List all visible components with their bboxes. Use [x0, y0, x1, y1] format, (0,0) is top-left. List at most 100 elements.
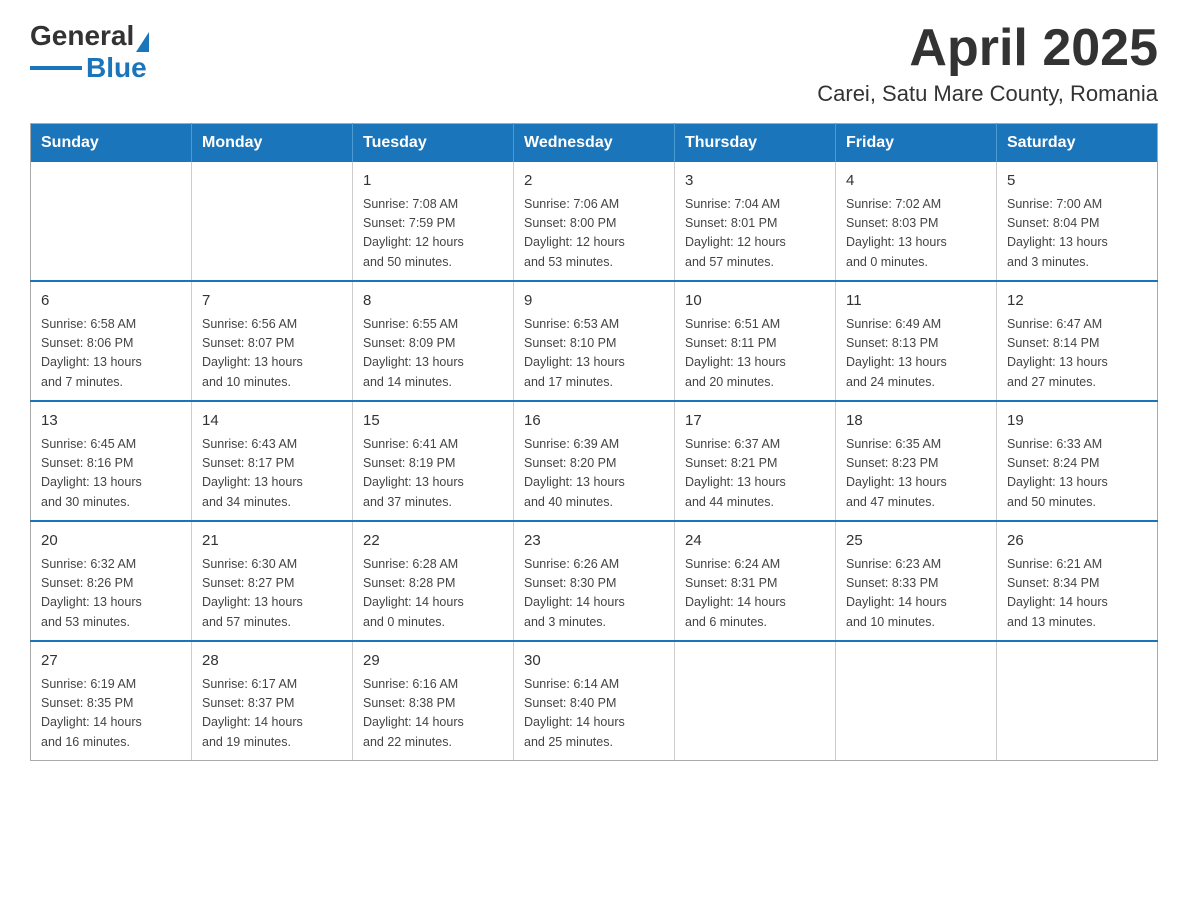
calendar-cell: 25Sunrise: 6:23 AM Sunset: 8:33 PM Dayli…	[836, 521, 997, 641]
calendar-cell	[836, 641, 997, 761]
day-info: Sunrise: 6:53 AM Sunset: 8:10 PM Dayligh…	[524, 315, 664, 393]
day-number: 25	[846, 530, 986, 553]
calendar-header: SundayMondayTuesdayWednesdayThursdayFrid…	[31, 124, 1158, 163]
calendar-cell: 10Sunrise: 6:51 AM Sunset: 8:11 PM Dayli…	[675, 281, 836, 401]
calendar-cell: 14Sunrise: 6:43 AM Sunset: 8:17 PM Dayli…	[192, 401, 353, 521]
weekday-row: SundayMondayTuesdayWednesdayThursdayFrid…	[31, 124, 1158, 163]
calendar-cell: 4Sunrise: 7:02 AM Sunset: 8:03 PM Daylig…	[836, 162, 997, 281]
calendar-cell: 22Sunrise: 6:28 AM Sunset: 8:28 PM Dayli…	[353, 521, 514, 641]
calendar-cell	[997, 641, 1158, 761]
weekday-header-monday: Monday	[192, 124, 353, 163]
day-info: Sunrise: 6:23 AM Sunset: 8:33 PM Dayligh…	[846, 555, 986, 633]
day-number: 12	[1007, 290, 1147, 313]
weekday-header-sunday: Sunday	[31, 124, 192, 163]
calendar-cell: 3Sunrise: 7:04 AM Sunset: 8:01 PM Daylig…	[675, 162, 836, 281]
day-info: Sunrise: 6:39 AM Sunset: 8:20 PM Dayligh…	[524, 435, 664, 513]
calendar-table: SundayMondayTuesdayWednesdayThursdayFrid…	[30, 123, 1158, 761]
calendar-week-1: 6Sunrise: 6:58 AM Sunset: 8:06 PM Daylig…	[31, 281, 1158, 401]
day-number: 19	[1007, 410, 1147, 433]
day-number: 22	[363, 530, 503, 553]
day-number: 8	[363, 290, 503, 313]
calendar-cell: 6Sunrise: 6:58 AM Sunset: 8:06 PM Daylig…	[31, 281, 192, 401]
calendar-week-4: 27Sunrise: 6:19 AM Sunset: 8:35 PM Dayli…	[31, 641, 1158, 761]
day-number: 10	[685, 290, 825, 313]
day-number: 21	[202, 530, 342, 553]
calendar-cell: 15Sunrise: 6:41 AM Sunset: 8:19 PM Dayli…	[353, 401, 514, 521]
day-info: Sunrise: 6:37 AM Sunset: 8:21 PM Dayligh…	[685, 435, 825, 513]
day-number: 3	[685, 170, 825, 193]
day-number: 7	[202, 290, 342, 313]
day-number: 2	[524, 170, 664, 193]
day-info: Sunrise: 6:16 AM Sunset: 8:38 PM Dayligh…	[363, 675, 503, 753]
day-number: 26	[1007, 530, 1147, 553]
calendar-cell: 17Sunrise: 6:37 AM Sunset: 8:21 PM Dayli…	[675, 401, 836, 521]
page-header: General Blue April 2025 Carei, Satu Mare…	[30, 20, 1158, 107]
weekday-header-thursday: Thursday	[675, 124, 836, 163]
day-number: 30	[524, 650, 664, 673]
calendar-cell: 21Sunrise: 6:30 AM Sunset: 8:27 PM Dayli…	[192, 521, 353, 641]
day-info: Sunrise: 7:04 AM Sunset: 8:01 PM Dayligh…	[685, 195, 825, 273]
calendar-body: 1Sunrise: 7:08 AM Sunset: 7:59 PM Daylig…	[31, 162, 1158, 761]
day-info: Sunrise: 6:49 AM Sunset: 8:13 PM Dayligh…	[846, 315, 986, 393]
calendar-cell	[675, 641, 836, 761]
day-number: 18	[846, 410, 986, 433]
calendar-cell: 19Sunrise: 6:33 AM Sunset: 8:24 PM Dayli…	[997, 401, 1158, 521]
day-info: Sunrise: 7:06 AM Sunset: 8:00 PM Dayligh…	[524, 195, 664, 273]
calendar-cell: 23Sunrise: 6:26 AM Sunset: 8:30 PM Dayli…	[514, 521, 675, 641]
day-number: 6	[41, 290, 181, 313]
calendar-cell: 5Sunrise: 7:00 AM Sunset: 8:04 PM Daylig…	[997, 162, 1158, 281]
day-info: Sunrise: 6:35 AM Sunset: 8:23 PM Dayligh…	[846, 435, 986, 513]
day-info: Sunrise: 6:43 AM Sunset: 8:17 PM Dayligh…	[202, 435, 342, 513]
calendar-cell: 27Sunrise: 6:19 AM Sunset: 8:35 PM Dayli…	[31, 641, 192, 761]
calendar-cell: 16Sunrise: 6:39 AM Sunset: 8:20 PM Dayli…	[514, 401, 675, 521]
day-info: Sunrise: 7:02 AM Sunset: 8:03 PM Dayligh…	[846, 195, 986, 273]
calendar-cell	[31, 162, 192, 281]
day-number: 11	[846, 290, 986, 313]
weekday-header-saturday: Saturday	[997, 124, 1158, 163]
day-number: 20	[41, 530, 181, 553]
calendar-cell: 20Sunrise: 6:32 AM Sunset: 8:26 PM Dayli…	[31, 521, 192, 641]
day-number: 4	[846, 170, 986, 193]
day-info: Sunrise: 6:55 AM Sunset: 8:09 PM Dayligh…	[363, 315, 503, 393]
calendar-cell: 24Sunrise: 6:24 AM Sunset: 8:31 PM Dayli…	[675, 521, 836, 641]
day-number: 23	[524, 530, 664, 553]
day-info: Sunrise: 6:14 AM Sunset: 8:40 PM Dayligh…	[524, 675, 664, 753]
calendar-cell: 18Sunrise: 6:35 AM Sunset: 8:23 PM Dayli…	[836, 401, 997, 521]
day-info: Sunrise: 6:30 AM Sunset: 8:27 PM Dayligh…	[202, 555, 342, 633]
weekday-header-friday: Friday	[836, 124, 997, 163]
day-info: Sunrise: 6:17 AM Sunset: 8:37 PM Dayligh…	[202, 675, 342, 753]
calendar-cell: 9Sunrise: 6:53 AM Sunset: 8:10 PM Daylig…	[514, 281, 675, 401]
calendar-week-0: 1Sunrise: 7:08 AM Sunset: 7:59 PM Daylig…	[31, 162, 1158, 281]
calendar-cell: 2Sunrise: 7:06 AM Sunset: 8:00 PM Daylig…	[514, 162, 675, 281]
day-info: Sunrise: 6:26 AM Sunset: 8:30 PM Dayligh…	[524, 555, 664, 633]
day-info: Sunrise: 6:33 AM Sunset: 8:24 PM Dayligh…	[1007, 435, 1147, 513]
calendar-cell: 8Sunrise: 6:55 AM Sunset: 8:09 PM Daylig…	[353, 281, 514, 401]
day-info: Sunrise: 6:28 AM Sunset: 8:28 PM Dayligh…	[363, 555, 503, 633]
page-subtitle: Carei, Satu Mare County, Romania	[817, 81, 1158, 107]
day-info: Sunrise: 6:32 AM Sunset: 8:26 PM Dayligh…	[41, 555, 181, 633]
day-info: Sunrise: 6:24 AM Sunset: 8:31 PM Dayligh…	[685, 555, 825, 633]
day-info: Sunrise: 6:58 AM Sunset: 8:06 PM Dayligh…	[41, 315, 181, 393]
day-info: Sunrise: 6:45 AM Sunset: 8:16 PM Dayligh…	[41, 435, 181, 513]
day-number: 27	[41, 650, 181, 673]
day-info: Sunrise: 6:51 AM Sunset: 8:11 PM Dayligh…	[685, 315, 825, 393]
page-title: April 2025	[817, 20, 1158, 77]
calendar-cell: 11Sunrise: 6:49 AM Sunset: 8:13 PM Dayli…	[836, 281, 997, 401]
day-number: 17	[685, 410, 825, 433]
day-number: 24	[685, 530, 825, 553]
calendar-cell: 1Sunrise: 7:08 AM Sunset: 7:59 PM Daylig…	[353, 162, 514, 281]
day-info: Sunrise: 7:00 AM Sunset: 8:04 PM Dayligh…	[1007, 195, 1147, 273]
calendar-week-2: 13Sunrise: 6:45 AM Sunset: 8:16 PM Dayli…	[31, 401, 1158, 521]
day-number: 9	[524, 290, 664, 313]
day-number: 5	[1007, 170, 1147, 193]
logo: General Blue	[30, 20, 149, 84]
calendar-cell: 7Sunrise: 6:56 AM Sunset: 8:07 PM Daylig…	[192, 281, 353, 401]
day-info: Sunrise: 6:47 AM Sunset: 8:14 PM Dayligh…	[1007, 315, 1147, 393]
day-number: 28	[202, 650, 342, 673]
calendar-cell: 29Sunrise: 6:16 AM Sunset: 8:38 PM Dayli…	[353, 641, 514, 761]
calendar-cell: 30Sunrise: 6:14 AM Sunset: 8:40 PM Dayli…	[514, 641, 675, 761]
day-info: Sunrise: 6:21 AM Sunset: 8:34 PM Dayligh…	[1007, 555, 1147, 633]
logo-text-general: General	[30, 20, 134, 52]
calendar-cell: 26Sunrise: 6:21 AM Sunset: 8:34 PM Dayli…	[997, 521, 1158, 641]
calendar-cell	[192, 162, 353, 281]
